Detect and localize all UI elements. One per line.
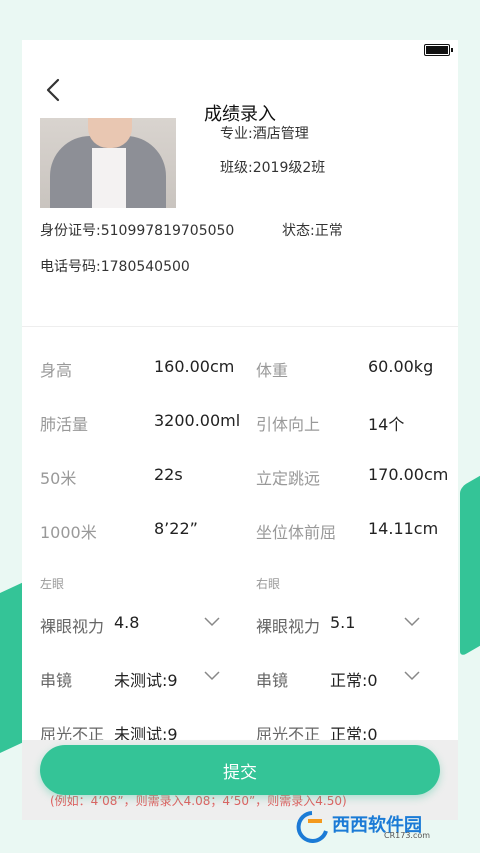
metric-label: 立定跳远 — [256, 469, 321, 488]
background-decoration-right — [460, 452, 480, 658]
phone-text: 电话号码:1780540500 — [40, 259, 190, 275]
status-bar — [22, 40, 458, 62]
metric-value[interactable]: 160.00cm — [154, 357, 234, 376]
chevron-down-icon[interactable] — [204, 671, 220, 681]
metric-label: 肺活量 — [40, 415, 89, 434]
metric-value[interactable]: 60.00kg — [368, 357, 433, 376]
metric-label: 体重 — [256, 361, 289, 380]
id-number-text: 身份证号:510997819705050 — [40, 223, 235, 239]
student-profile: 专业:酒店管理 班级:2019级2班 身份证号:510997819705050 … — [22, 118, 458, 326]
metric-value[interactable]: 8’22” — [154, 519, 198, 538]
left-naked-vision-select[interactable]: 4.8 — [114, 613, 139, 632]
status-text: 状态:正常 — [282, 223, 343, 239]
left-chuanjing-select[interactable]: 未测试:9 — [114, 667, 178, 691]
metric-label: 50米 — [40, 469, 77, 488]
metric-value[interactable]: 22s — [154, 465, 183, 484]
metric-label: 坐位体前屈 — [256, 523, 337, 542]
metric-value[interactable]: 3200.00ml — [154, 411, 240, 430]
major-text: 专业:酒店管理 — [220, 126, 309, 142]
right-naked-vision-select[interactable]: 5.1 — [330, 613, 355, 632]
chevron-down-icon[interactable] — [404, 617, 420, 627]
class-text: 班级:2019级2班 — [220, 160, 326, 176]
chevron-down-icon[interactable] — [204, 617, 220, 627]
left-naked-vision-label: 裸眼视力 — [40, 617, 105, 636]
watermark-icon — [296, 811, 328, 843]
battery-icon — [424, 44, 453, 56]
metric-value[interactable]: 14.11cm — [368, 519, 438, 538]
metric-label: 引体向上 — [256, 415, 321, 434]
app-screen: 成绩录入 专业:酒店管理 班级:2019级2班 身份证号:51099781970… — [22, 40, 458, 820]
eye-test-section: 左眼 右眼 裸眼视力 4.8 裸眼视力 5.1 串镜 未测试:9 串镜 正常:0… — [22, 567, 458, 747]
metric-label: 1000米 — [40, 523, 97, 542]
left-chuanjing-label: 串镜 — [40, 671, 73, 690]
watermark-logo: 西西软件园 CR173.com — [292, 809, 462, 843]
right-eye-heading: 右眼 — [256, 577, 281, 591]
right-chuanjing-select[interactable]: 正常:0 — [330, 667, 378, 691]
right-chuanjing-label: 串镜 — [256, 671, 289, 690]
fitness-metrics: 身高 160.00cm 体重 60.00kg 肺活量 3200.00ml 引体向… — [22, 327, 458, 567]
student-photo — [40, 118, 176, 208]
metric-value[interactable]: 14个 — [368, 411, 404, 435]
right-naked-vision-label: 裸眼视力 — [256, 617, 321, 636]
metric-value[interactable]: 170.00cm — [368, 465, 448, 484]
submit-button[interactable]: 提交 — [40, 745, 440, 795]
metric-label: 身高 — [40, 361, 73, 380]
nav-bar: 成绩录入 — [22, 62, 458, 125]
watermark-sub-text: CR173.com — [384, 831, 431, 840]
chevron-down-icon[interactable] — [404, 671, 420, 681]
left-eye-heading: 左眼 — [40, 577, 65, 591]
